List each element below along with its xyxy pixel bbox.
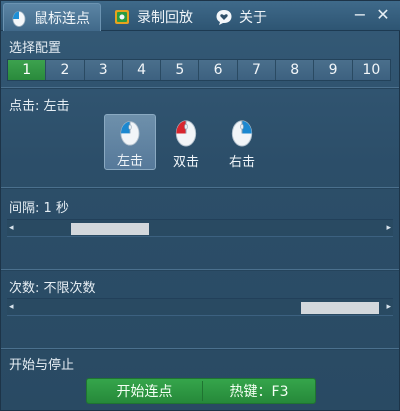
tab-label: 鼠标连点 <box>34 10 90 27</box>
record-icon <box>113 8 131 26</box>
config-option-9[interactable]: 9 <box>314 60 353 80</box>
config-option-3[interactable]: 3 <box>84 60 123 80</box>
scroll-left-arrow-icon[interactable]: ◂ <box>9 222 14 234</box>
config-option-1[interactable]: 1 <box>8 60 47 80</box>
scroll-right-arrow-icon[interactable]: ▸ <box>386 301 391 313</box>
config-option-5[interactable]: 5 <box>161 60 200 80</box>
start-stop-bar: 开始连点 热键：F3 <box>86 378 316 404</box>
left-click-option[interactable]: 左击 <box>104 114 156 170</box>
right-click-mouse-icon <box>231 120 253 147</box>
config-label: 选择配置 <box>9 41 62 56</box>
interval-slider[interactable]: ◂ ▸ <box>7 219 393 237</box>
config-option-4[interactable]: 4 <box>122 60 162 80</box>
tab-mouse-click[interactable]: 鼠标连点 <box>3 3 101 31</box>
close-button[interactable]: ✕ <box>374 6 392 24</box>
count-slider-thumb[interactable] <box>301 302 379 314</box>
double-click-mouse-icon <box>175 120 197 147</box>
config-selector: 1 2 3 4 5 6 7 8 9 10 <box>7 59 391 81</box>
count-slider[interactable]: ◂ ▸ <box>7 298 393 316</box>
tab-record-playback[interactable]: 录制回放 <box>107 3 207 31</box>
hotkey-label: 热键：F3 <box>229 384 289 400</box>
tab-label: 录制回放 <box>137 10 193 26</box>
divider <box>1 348 399 349</box>
interval-label: 间隔: 1 秒 <box>9 201 69 216</box>
config-option-8[interactable]: 8 <box>276 60 315 80</box>
interval-slider-thumb[interactable] <box>71 223 150 235</box>
divider <box>1 187 399 188</box>
start-clicking-button[interactable]: 开始连点 <box>87 381 202 401</box>
tab-bar: 鼠标连点 录制回放 关于 − ✕ <box>1 1 400 31</box>
divider <box>1 87 399 88</box>
right-click-option[interactable]: 右击 <box>216 114 268 170</box>
left-click-label: 左击 <box>116 154 143 169</box>
config-option-2[interactable]: 2 <box>46 60 85 80</box>
right-click-label: 右击 <box>228 155 255 170</box>
scroll-left-arrow-icon[interactable]: ◂ <box>9 301 14 313</box>
tab-about[interactable]: 关于 <box>209 3 275 31</box>
double-click-label: 双击 <box>172 155 199 170</box>
start-stop-label: 开始与停止 <box>9 358 75 373</box>
tab-label: 关于 <box>239 10 267 26</box>
mouse-icon <box>10 9 28 27</box>
config-option-10[interactable]: 10 <box>352 60 390 80</box>
config-option-7[interactable]: 7 <box>237 60 277 80</box>
double-click-option[interactable]: 双击 <box>160 114 212 170</box>
minimize-icon: − <box>353 5 367 24</box>
count-label: 次数: 不限次数 <box>9 281 96 296</box>
scroll-right-arrow-icon[interactable]: ▸ <box>386 222 391 234</box>
close-icon: ✕ <box>376 5 390 24</box>
left-click-mouse-icon <box>120 121 140 146</box>
divider <box>1 269 399 270</box>
config-option-6[interactable]: 6 <box>199 60 238 80</box>
click-type-label: 点击: 左击 <box>9 99 70 114</box>
app-window: 鼠标连点 录制回放 关于 − ✕ 选择配置 1 2 3 4 5 6 7 8 9 … <box>0 0 400 411</box>
minimize-button[interactable]: − <box>351 6 369 24</box>
heart-chat-icon <box>215 8 233 26</box>
